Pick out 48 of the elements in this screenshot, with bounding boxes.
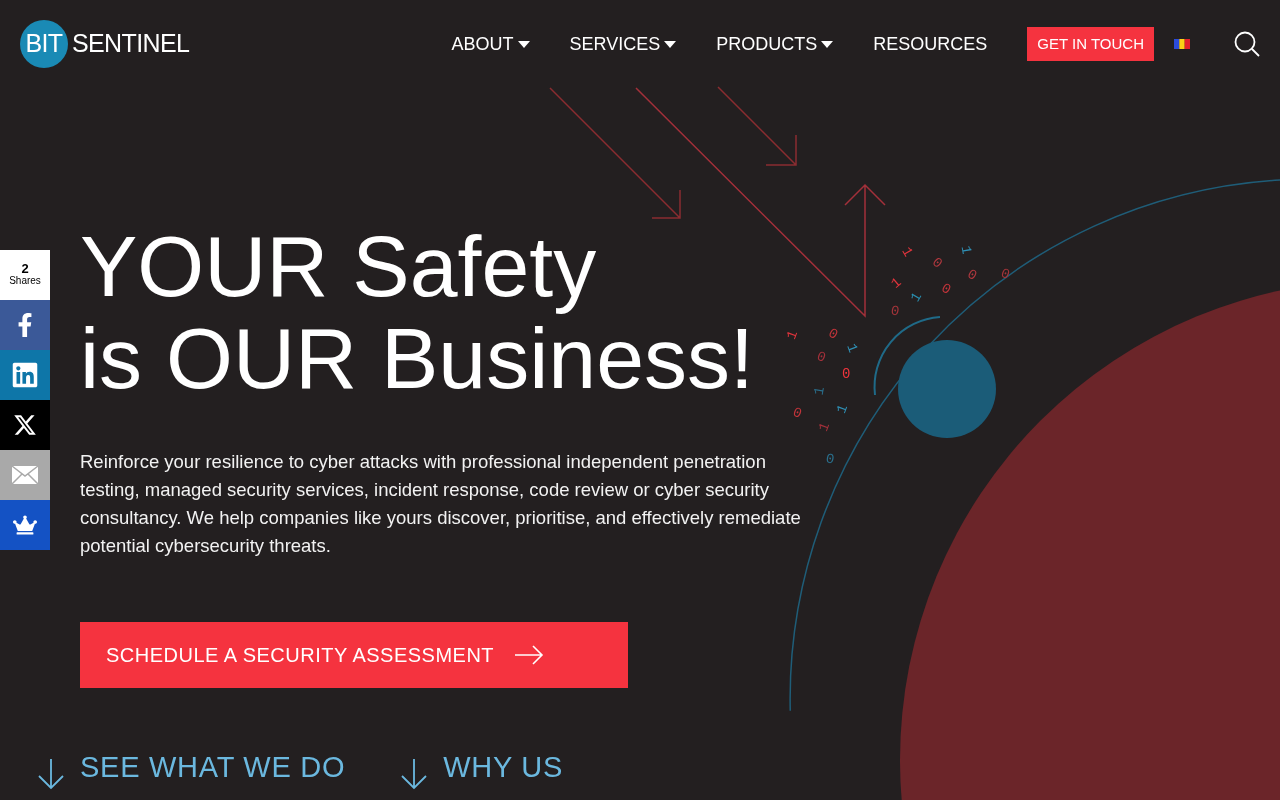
share-label: Shares <box>9 275 41 288</box>
binary-digit: 1 <box>844 341 861 355</box>
schedule-assessment-button[interactable]: SCHEDULE A SECURITY ASSESSMENT <box>80 622 628 688</box>
nav-link[interactable]: RESOURCES <box>873 30 988 58</box>
down-arrow-icon <box>401 757 428 790</box>
binary-digit: 0 <box>965 266 980 284</box>
binary-digit: 0 <box>939 280 954 298</box>
in-logo-icon <box>11 361 39 389</box>
right-arrow-icon <box>514 645 545 665</box>
nav-link[interactable]: ABOUT <box>451 30 530 58</box>
scroll-link[interactable]: SEE WHAT WE DO <box>38 746 346 790</box>
share-button[interactable] <box>0 400 50 450</box>
x-logo-icon <box>13 413 37 437</box>
scroll-link[interactable]: WHY US <box>401 746 564 790</box>
share-count: 2 <box>21 262 29 276</box>
caret-icon <box>517 40 530 48</box>
search-icon[interactable] <box>1234 31 1260 57</box>
binary-digit: 1 <box>816 420 833 434</box>
binary-digit: 0 <box>929 254 945 272</box>
binary-digit: 1 <box>784 328 801 342</box>
binary-digit: 0 <box>889 303 901 319</box>
binary-digit: 0 <box>790 405 804 421</box>
binary-digit: 1 <box>958 244 974 256</box>
logo-mark[interactable]: BIT <box>20 20 68 68</box>
flag-icon[interactable] <box>1174 39 1190 49</box>
binary-digit: 1 <box>908 289 925 305</box>
binary-digit: 0 <box>842 367 851 381</box>
hero-description: Reinforce your resilience to cyber attacks with professional independent penetration testing, managed security services, incident response, code review or cyber security consultancy. We help companies like yours discover, prioritise, and effectively remediate potential cybersecurity threats. <box>80 450 802 558</box>
share-button[interactable] <box>0 300 50 350</box>
binary-digit: 0 <box>814 349 828 365</box>
down-arrow-icon <box>38 757 64 790</box>
nav-link[interactable]: SERVICES <box>569 30 677 58</box>
binary-digit: 1 <box>811 385 827 397</box>
binary-digit: 1 <box>834 402 851 416</box>
binary-digit: 1 <box>899 244 916 260</box>
binary-digit: 0 <box>998 266 1012 282</box>
get-in-touch-button[interactable]: GET IN TOUCH <box>1027 26 1154 62</box>
logo-text[interactable]: SENTINEL <box>72 25 190 63</box>
binary-digit: 0 <box>826 325 841 343</box>
crown-icon <box>13 513 37 537</box>
nav-link[interactable]: PRODUCTS <box>716 30 834 58</box>
envelope-icon <box>11 465 39 485</box>
binary-digit: 1 <box>888 274 904 292</box>
hero-title: YOUR Safety <box>80 220 597 312</box>
binary-digit: 0 <box>824 451 836 467</box>
caret-icon <box>664 40 677 48</box>
share-button[interactable] <box>0 500 50 550</box>
caret-icon <box>821 40 834 48</box>
